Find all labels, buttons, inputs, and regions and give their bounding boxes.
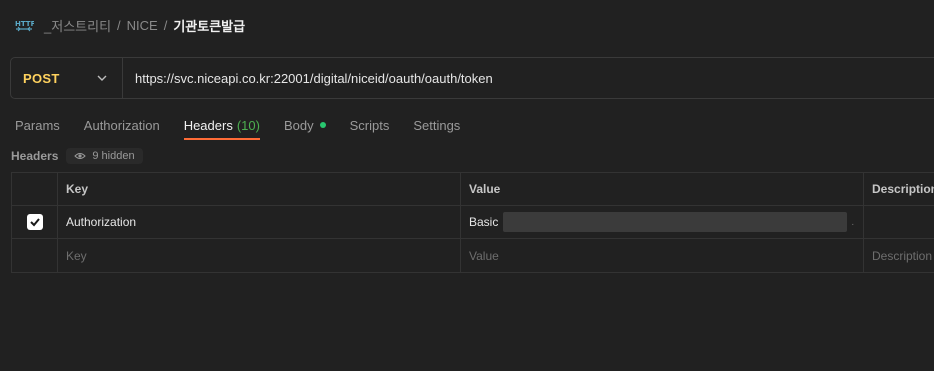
new-header-description-input[interactable]: Description <box>864 239 934 272</box>
redacted-value-ellipsis: . <box>851 216 855 228</box>
row-check-cell <box>12 239 58 272</box>
table-header-row: Key Value Description <box>12 173 934 206</box>
breadcrumb-separator: / <box>163 17 168 33</box>
breadcrumb: HTTP _저스트리티 / NICE / 기관토큰발급 <box>14 10 245 40</box>
table-row: Authorization Basic . <box>12 206 934 239</box>
tab-label: Settings <box>413 117 461 133</box>
request-tabs: Params Authorization Headers (10) Body S… <box>15 110 484 140</box>
method-label: POST <box>23 70 60 86</box>
header-enabled-checkbox[interactable] <box>26 214 43 230</box>
header-value-field[interactable]: Basic . <box>461 206 864 238</box>
tab-label: Authorization <box>83 117 160 133</box>
column-header-check <box>12 173 58 205</box>
tab-settings[interactable]: Settings <box>413 110 460 140</box>
eye-icon <box>74 151 87 161</box>
breadcrumb-collection[interactable]: _저스트리티 <box>44 16 111 35</box>
method-select[interactable]: POST <box>11 58 123 98</box>
hidden-headers-label: 9 hidden <box>92 150 135 162</box>
tab-body[interactable]: Body <box>284 110 326 140</box>
headers-section-header: Headers 9 hidden <box>11 146 143 166</box>
column-header-value: Value <box>461 173 864 205</box>
headers-table: Key Value Description Authorization Basi… <box>11 172 934 273</box>
url-input[interactable] <box>123 58 934 98</box>
header-value-text: Basic <box>469 215 499 229</box>
tab-scripts[interactable]: Scripts <box>350 110 390 140</box>
tab-params[interactable]: Params <box>15 110 60 140</box>
header-key-text: Authorization <box>66 215 137 229</box>
new-header-value-input[interactable]: Value <box>461 239 864 272</box>
table-row-empty: Key Value Description <box>12 239 934 272</box>
tab-label: Body <box>283 117 314 133</box>
tab-label: Headers <box>183 117 233 133</box>
breadcrumb-request-name[interactable]: 기관토큰발급 <box>173 16 245 35</box>
header-key-field[interactable]: Authorization <box>58 206 461 238</box>
svg-text:HTTP: HTTP <box>15 20 34 28</box>
request-url-bar: POST <box>10 57 934 99</box>
headers-section-label: Headers <box>11 149 59 163</box>
http-request-icon: HTTP <box>14 15 34 35</box>
breadcrumb-separator: / <box>117 17 121 33</box>
breadcrumb-folder[interactable]: NICE <box>127 18 158 33</box>
redacted-value <box>503 212 848 232</box>
row-check-cell <box>12 206 58 238</box>
chevron-down-icon <box>96 72 108 84</box>
new-header-key-input[interactable]: Key <box>58 239 461 272</box>
column-header-key: Key <box>58 173 461 205</box>
tab-headers[interactable]: Headers (10) <box>183 110 261 140</box>
tab-label: Params <box>15 117 60 133</box>
body-indicator-dot <box>319 122 326 128</box>
tab-authorization[interactable]: Authorization <box>84 110 160 140</box>
column-header-description: Description <box>872 182 934 196</box>
tab-label: Scripts <box>349 117 390 133</box>
headers-count-badge: (10) <box>236 117 260 133</box>
hidden-headers-toggle[interactable]: 9 hidden <box>66 148 143 164</box>
header-description-field[interactable] <box>864 206 934 238</box>
